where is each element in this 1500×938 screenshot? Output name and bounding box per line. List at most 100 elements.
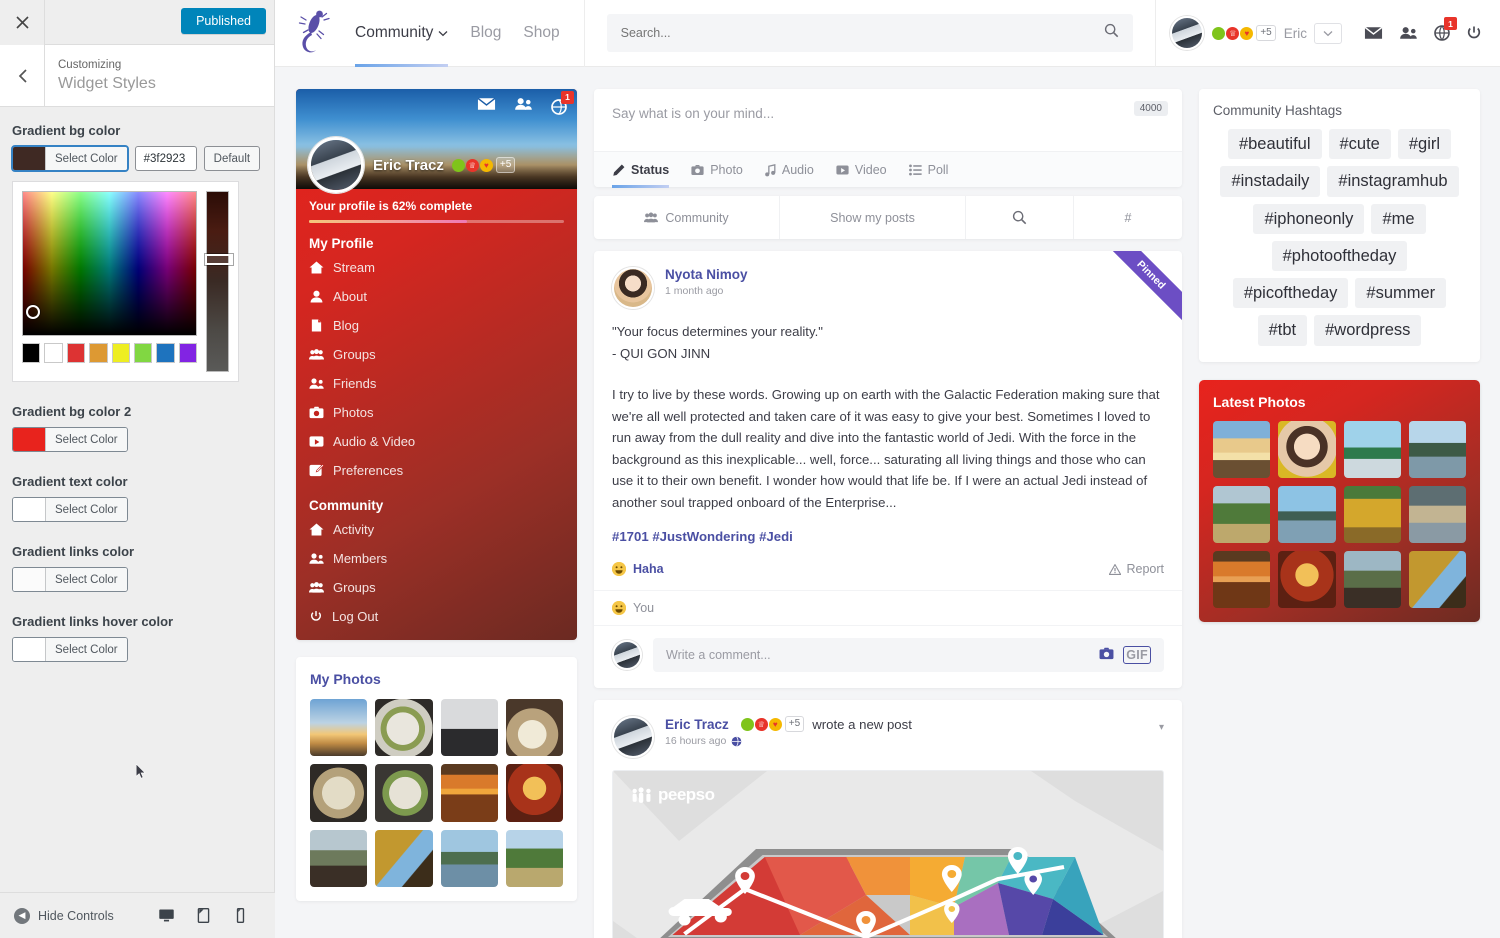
power-icon[interactable] [1466, 25, 1482, 41]
hashtag-item[interactable]: #picoftheday [1232, 278, 1349, 309]
tablet-icon[interactable] [195, 907, 212, 924]
hashtag-item[interactable]: #cute [1328, 129, 1391, 160]
select-color-button[interactable]: Select Color [12, 146, 128, 171]
hashtag-item[interactable]: #tbt [1257, 315, 1308, 346]
filter-hashtag[interactable]: # [1074, 196, 1182, 239]
desktop-icon[interactable] [158, 907, 175, 924]
default-button[interactable]: Default [203, 146, 261, 171]
preset-swatch-red[interactable] [66, 343, 86, 363]
filter-show-my-posts[interactable]: Show my posts [780, 196, 966, 239]
photo-thumb[interactable] [1278, 551, 1336, 609]
saturation-handle[interactable] [26, 305, 40, 319]
hex-input[interactable]: #3f2923 [134, 146, 197, 171]
photo-thumb[interactable] [310, 829, 368, 887]
sidebar-item-photos[interactable]: Photos [296, 398, 577, 427]
composer-tab-poll[interactable]: Poll [908, 152, 948, 187]
nav-tab-blog[interactable]: Blog [470, 0, 501, 67]
badge-more-count[interactable]: +5 [495, 157, 516, 173]
hashtag-item[interactable]: #iphoneonly [1253, 203, 1365, 234]
post-author[interactable]: Eric Tracz [665, 717, 729, 732]
preset-swatch-black[interactable] [22, 343, 41, 363]
composer-tab-audio[interactable]: Audio [765, 152, 814, 187]
mail-icon[interactable] [477, 97, 496, 116]
avatar[interactable] [612, 267, 654, 309]
photo-thumb[interactable] [1343, 420, 1401, 478]
hashtag-item[interactable]: #instagramhub [1327, 166, 1459, 197]
post-attachment[interactable]: peepso 6 Tips For Creating A Successful … [612, 770, 1164, 938]
camera-icon[interactable] [1099, 647, 1114, 663]
sidebar-item-activity[interactable]: Activity [296, 515, 577, 544]
friends-icon[interactable] [514, 97, 533, 116]
sidebar-item-log-out[interactable]: Log Out [296, 602, 577, 640]
photo-thumb[interactable] [1343, 485, 1401, 544]
preset-swatch-purple[interactable] [178, 343, 197, 363]
photo-thumb[interactable] [440, 699, 498, 757]
hashtag-item[interactable]: #beautiful [1227, 129, 1322, 160]
photo-thumb[interactable] [375, 764, 433, 822]
select-color-button[interactable]: Select Color [12, 567, 128, 592]
publish-button[interactable]: Published [181, 8, 266, 34]
gif-icon[interactable]: GIF [1123, 646, 1151, 664]
header-user-name[interactable]: Eric [1284, 26, 1307, 41]
photo-thumb[interactable] [1213, 485, 1271, 544]
photo-thumb[interactable] [440, 829, 498, 887]
chevron-left-icon[interactable] [0, 44, 45, 107]
sidebar-item-audio-video[interactable]: Audio & Video [296, 427, 577, 456]
sidebar-item-groups[interactable]: Groups [296, 340, 577, 369]
your-reaction[interactable]: You [594, 590, 1182, 625]
badge-more-count[interactable]: +5 [1256, 25, 1276, 41]
sidebar-item-stream[interactable]: Stream [296, 253, 577, 282]
select-color-button[interactable]: Select Color [12, 497, 128, 522]
hashtag-item[interactable]: #instadaily [1220, 166, 1321, 197]
photo-thumb[interactable] [505, 699, 563, 757]
photo-thumb[interactable] [310, 699, 368, 757]
preset-swatch-green[interactable] [133, 343, 153, 363]
photo-thumb[interactable] [375, 829, 433, 887]
gecko-logo[interactable] [275, 8, 355, 58]
photo-thumb[interactable] [1408, 485, 1466, 544]
photo-thumb[interactable] [375, 699, 433, 757]
search-box[interactable] [606, 14, 1134, 52]
select-color-button[interactable]: Select Color [12, 427, 128, 452]
hashtag-item[interactable]: #photooftheday [1271, 240, 1408, 272]
composer-tab-photo[interactable]: Photo [691, 152, 743, 187]
preset-swatch-blue[interactable] [156, 343, 175, 363]
nav-tab-shop[interactable]: Shop [523, 0, 559, 67]
hashtag-item[interactable]: #summer [1355, 278, 1447, 309]
preset-swatch-yellow[interactable] [111, 343, 130, 363]
post-author[interactable]: Nyota Nimoy [665, 267, 748, 282]
photo-thumb[interactable] [1213, 551, 1271, 609]
search-icon[interactable] [1104, 23, 1119, 43]
search-input[interactable] [620, 26, 1105, 40]
avatar[interactable] [1170, 16, 1205, 50]
preset-swatch-white[interactable] [44, 343, 63, 363]
chevron-down-icon[interactable] [1314, 22, 1342, 44]
nav-tab-community[interactable]: Community [355, 0, 449, 67]
sidebar-item-members[interactable]: Members [296, 544, 577, 573]
friends-icon[interactable] [1399, 26, 1418, 40]
hue-slider[interactable] [205, 191, 233, 372]
chevron-down-icon[interactable]: ▾ [1159, 722, 1164, 733]
photo-thumb[interactable] [505, 829, 563, 887]
globe-icon[interactable]: 1 [551, 90, 574, 115]
avatar[interactable] [612, 640, 642, 670]
reaction-summary[interactable]: Haha [612, 562, 664, 576]
photo-thumb[interactable] [1278, 485, 1336, 544]
mail-icon[interactable] [1364, 26, 1383, 40]
sidebar-item-blog[interactable]: Blog [296, 311, 577, 340]
filter-community[interactable]: Community [594, 196, 780, 239]
avatar[interactable] [308, 137, 364, 193]
badge-more-count[interactable]: +5 [784, 716, 805, 732]
profile-name[interactable]: Eric Tracz [373, 157, 444, 174]
hashtag-item[interactable]: #wordpress [1314, 315, 1422, 346]
sidebar-item-preferences[interactable]: Preferences [296, 456, 577, 485]
hashtag-item[interactable]: #me [1371, 203, 1426, 234]
comment-input[interactable]: Write a comment... GIF [653, 638, 1164, 672]
hashtag-item[interactable]: #girl [1397, 129, 1452, 160]
globe-icon[interactable]: 1 [1434, 17, 1457, 41]
color-picker[interactable] [12, 181, 239, 382]
composer-tab-video[interactable]: Video [836, 152, 887, 187]
photo-thumb[interactable] [1213, 420, 1271, 478]
close-icon[interactable] [0, 0, 45, 45]
photo-thumb[interactable] [1343, 551, 1401, 609]
